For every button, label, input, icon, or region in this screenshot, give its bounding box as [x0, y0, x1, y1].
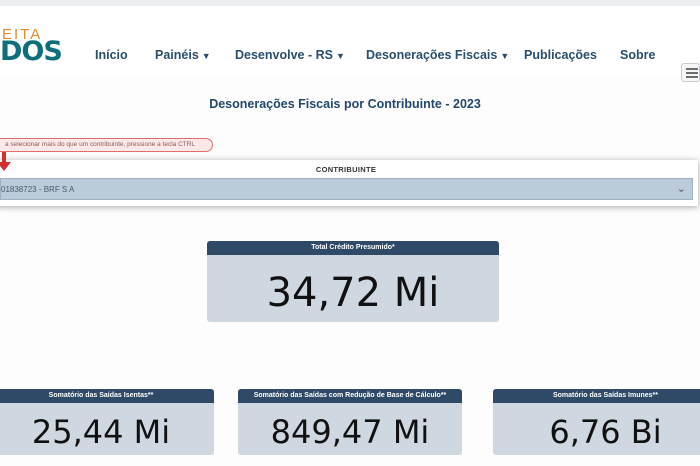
nav-item-label: Início: [95, 48, 128, 62]
hamburger-icon[interactable]: [681, 63, 700, 82]
card-total-credito-presumido: Total Crédito Presumido* 34,72 Mi: [207, 241, 499, 322]
contribuinte-filter: CONTRIBUINTE 01838723 - BRF S A ⌄: [0, 160, 698, 206]
nav-item-publicacoes[interactable]: Publicações: [524, 48, 597, 62]
nav-item-label: Desonerações Fiscais: [366, 48, 498, 62]
card-value: 34,72 Mi: [266, 270, 440, 316]
nav-item-label: Publicações: [524, 48, 597, 62]
card-saidas-imunes: Somatório das Saídas Imunes** 6,76 Bi: [493, 389, 700, 455]
site-header: EITA DOS Início Painéis ▼ Desenvolve - RS…: [0, 6, 700, 82]
card-value: 6,76 Bi: [549, 413, 662, 451]
page: EITA DOS Início Painéis ▼ Desenvolve - RS…: [0, 0, 700, 466]
nav-item-sobre[interactable]: Sobre: [620, 48, 655, 62]
card-saidas-reducao-base: Somatório das Saídas com Redução de Base…: [238, 389, 462, 455]
multi-select-hint: a selecionar mais do que um contribuinte…: [0, 138, 213, 152]
filter-label: CONTRIBUINTE: [315, 165, 377, 174]
nav-item-label: Desenvolve - RS: [235, 48, 333, 62]
card-title: Somatório das Saídas com Redução de Base…: [238, 389, 462, 403]
nav-item-label: Painéis: [155, 48, 199, 62]
card-saidas-isentas: Somatório das Saídas Isentas** 25,44 Mi: [0, 389, 214, 455]
nav-item-label: Sobre: [620, 48, 656, 62]
arrow-head-icon: [0, 162, 11, 171]
nav-item-desoneracoes-fiscais[interactable]: Desonerações Fiscais ▼: [366, 48, 509, 62]
chevron-down-icon[interactable]: ⌄: [677, 182, 686, 195]
caret-down-icon: ▼: [500, 51, 510, 61]
page-title: Desonerações Fiscais por Contribuinte - …: [209, 97, 481, 111]
contribuinte-select[interactable]: 01838723 - BRF S A ⌄: [0, 178, 693, 200]
card-title: Total Crédito Presumido*: [207, 241, 499, 255]
nav-item-inicio[interactable]: Início: [95, 48, 128, 62]
nav-item-paineis[interactable]: Painéis ▼: [155, 48, 211, 62]
card-title: Somatório das Saídas Imunes**: [493, 389, 700, 403]
caret-down-icon: ▼: [201, 51, 211, 61]
select-value: 01838723 - BRF S A: [1, 185, 75, 194]
card-title: Somatório das Saídas Isentas**: [0, 389, 214, 403]
card-value: 25,44 Mi: [31, 413, 171, 451]
caret-down-icon: ▼: [335, 51, 345, 61]
logo-main-text[interactable]: DOS: [0, 36, 63, 67]
card-value: 849,47 Mi: [270, 413, 430, 451]
nav-item-desenvolve-rs[interactable]: Desenvolve - RS ▼: [235, 48, 345, 62]
